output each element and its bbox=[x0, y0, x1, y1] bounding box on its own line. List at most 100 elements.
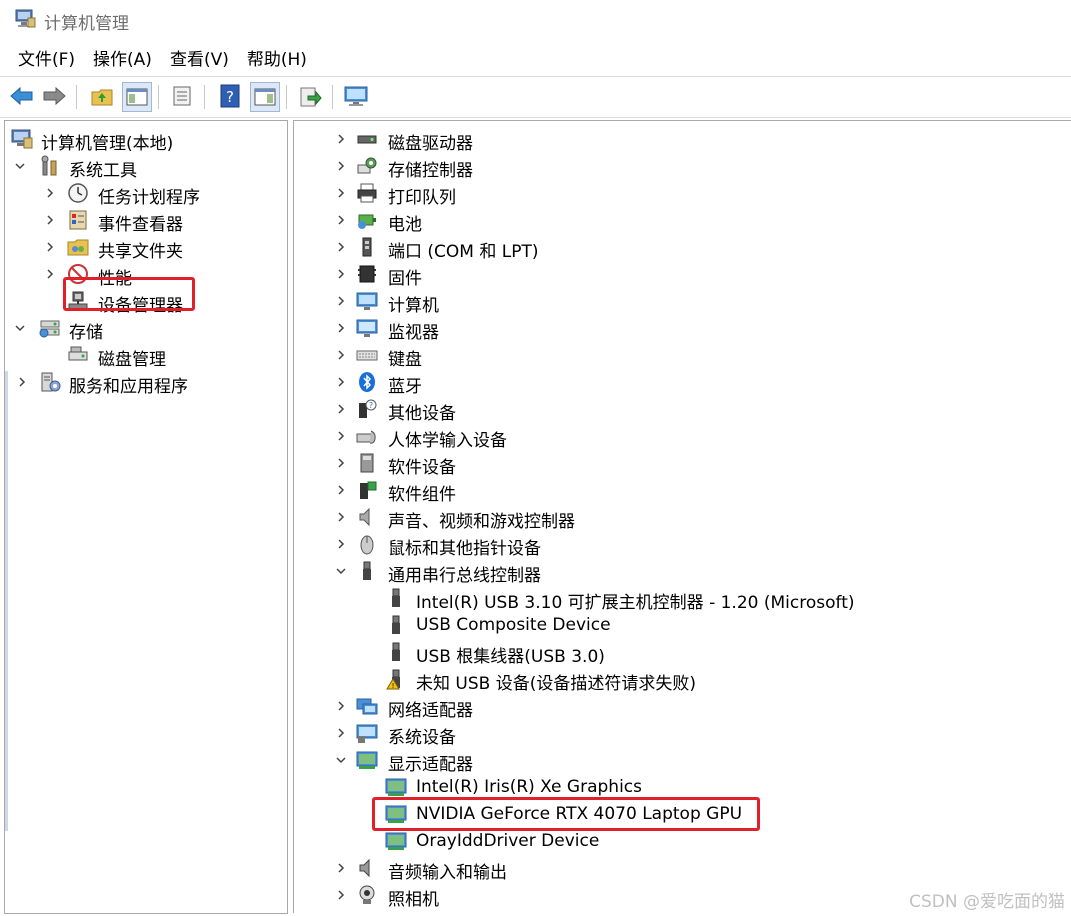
device-category[interactable]: 固件 bbox=[294, 261, 1064, 289]
chevron-right-icon[interactable] bbox=[334, 267, 348, 281]
device-category[interactable]: 声音、视频和游戏控制器 bbox=[294, 504, 1064, 532]
action-pane-button[interactable] bbox=[250, 82, 280, 112]
chevron-right-icon[interactable] bbox=[43, 267, 57, 281]
tree-shared-folders[interactable]: 共享文件夹 bbox=[5, 234, 285, 262]
device-label: 系统设备 bbox=[388, 728, 456, 748]
tree-label: 共享文件夹 bbox=[98, 242, 183, 262]
chevron-right-icon[interactable] bbox=[43, 240, 57, 254]
device-item[interactable]: USB 根集线器(USB 3.0) bbox=[294, 639, 1064, 667]
chevron-down-icon[interactable] bbox=[13, 159, 27, 173]
printer-icon bbox=[357, 183, 377, 203]
chevron-right-icon[interactable] bbox=[334, 429, 348, 443]
tree-task-scheduler[interactable]: 任务计划程序 bbox=[5, 180, 285, 208]
computer-management-icon bbox=[15, 9, 36, 28]
chevron-right-icon[interactable] bbox=[334, 159, 348, 173]
chevron-right-icon[interactable] bbox=[334, 321, 348, 335]
device-label: 通用串行总线控制器 bbox=[388, 566, 541, 586]
chevron-right-icon[interactable] bbox=[334, 726, 348, 740]
chevron-right-icon[interactable] bbox=[334, 699, 348, 713]
device-category[interactable]: 存储控制器 bbox=[294, 153, 1064, 181]
device-category[interactable]: 磁盘驱动器 bbox=[294, 126, 1064, 154]
device-category[interactable]: 监视器 bbox=[294, 315, 1064, 343]
tree-label: 系统工具 bbox=[69, 161, 137, 181]
device-category[interactable]: 人体学输入设备 bbox=[294, 423, 1064, 451]
device-category[interactable]: 电池 bbox=[294, 207, 1064, 235]
chevron-down-icon[interactable] bbox=[13, 321, 27, 335]
up-level-button[interactable] bbox=[88, 82, 116, 110]
chevron-right-icon[interactable] bbox=[334, 537, 348, 551]
export-button[interactable] bbox=[296, 82, 324, 110]
device-category[interactable]: 通用串行总线控制器 bbox=[294, 558, 1064, 586]
help-button[interactable]: ? bbox=[216, 82, 244, 110]
tree-storage[interactable]: 存储 bbox=[5, 315, 285, 343]
chevron-right-icon[interactable] bbox=[43, 186, 57, 200]
tree-root[interactable]: 计算机管理(本地) bbox=[5, 126, 285, 154]
menu-view[interactable]: 查看(V) bbox=[161, 46, 238, 74]
tree-services-apps[interactable]: 服务和应用程序 bbox=[5, 369, 285, 397]
chevron-right-icon[interactable] bbox=[334, 861, 348, 875]
device-category[interactable]: 软件组件 bbox=[294, 477, 1064, 505]
show-hide-tree-button[interactable] bbox=[122, 82, 152, 112]
device-item[interactable]: OrayIddDriver Device bbox=[294, 828, 1064, 855]
chevron-right-icon[interactable] bbox=[334, 132, 348, 146]
chevron-down-icon[interactable] bbox=[334, 753, 348, 767]
tree-system-tools[interactable]: 系统工具 bbox=[5, 153, 285, 181]
properties-button[interactable] bbox=[168, 82, 196, 110]
chevron-down-icon[interactable] bbox=[334, 564, 348, 578]
tree-disk-management[interactable]: 磁盘管理 bbox=[5, 342, 285, 370]
display-adapter-icon bbox=[385, 832, 407, 850]
device-label: 软件设备 bbox=[388, 458, 456, 478]
device-label: Intel(R) Iris(R) Xe Graphics bbox=[416, 777, 642, 797]
tree-label: 磁盘管理 bbox=[98, 350, 166, 370]
menu-action[interactable]: 操作(A) bbox=[84, 46, 161, 74]
chevron-right-icon[interactable] bbox=[43, 213, 57, 227]
chevron-right-icon[interactable] bbox=[334, 888, 348, 902]
device-category[interactable]: 音频输入和输出 bbox=[294, 855, 1064, 883]
chevron-right-icon[interactable] bbox=[334, 186, 348, 200]
tree-event-viewer[interactable]: 事件查看器 bbox=[5, 207, 285, 235]
device-category[interactable]: ? 其他设备 bbox=[294, 396, 1064, 424]
device-category[interactable]: 系统设备 bbox=[294, 720, 1064, 748]
device-label: 键盘 bbox=[388, 350, 422, 370]
device-category[interactable]: 计算机 bbox=[294, 288, 1064, 316]
chevron-right-icon[interactable] bbox=[334, 456, 348, 470]
menu-file[interactable]: 文件(F) bbox=[9, 46, 84, 74]
usb-icon bbox=[392, 642, 400, 661]
device-category[interactable]: 键盘 bbox=[294, 342, 1064, 370]
device-category[interactable]: 打印队列 bbox=[294, 180, 1064, 208]
highlight-device-manager bbox=[63, 277, 195, 311]
chevron-right-icon[interactable] bbox=[334, 510, 348, 524]
menu-help[interactable]: 帮助(H) bbox=[238, 46, 316, 74]
device-item[interactable]: Intel(R) USB 3.10 可扩展主机控制器 - 1.20 (Micro… bbox=[294, 585, 1064, 613]
device-label: OrayIddDriver Device bbox=[416, 831, 600, 851]
chevron-right-icon[interactable] bbox=[334, 348, 348, 362]
chevron-right-icon[interactable] bbox=[15, 375, 29, 389]
device-category[interactable]: 蓝牙 bbox=[294, 369, 1064, 397]
device-category[interactable]: 鼠标和其他指针设备 bbox=[294, 531, 1064, 559]
device-category[interactable]: 网络适配器 bbox=[294, 693, 1064, 721]
chevron-right-icon[interactable] bbox=[334, 213, 348, 227]
svg-text:?: ? bbox=[226, 88, 234, 106]
forward-button[interactable] bbox=[40, 82, 68, 110]
chevron-right-icon[interactable] bbox=[334, 483, 348, 497]
device-item[interactable]: USB Composite Device bbox=[294, 612, 1064, 639]
device-label: 端口 (COM 和 LPT) bbox=[388, 242, 539, 262]
device-label: 监视器 bbox=[388, 323, 439, 343]
device-category[interactable]: 端口 (COM 和 LPT) bbox=[294, 234, 1064, 262]
display-adapter-icon bbox=[385, 778, 407, 796]
chevron-right-icon[interactable] bbox=[334, 375, 348, 389]
show-hide-tree-icon bbox=[126, 88, 148, 106]
back-button[interactable] bbox=[8, 82, 36, 110]
connect-computer-button[interactable] bbox=[342, 82, 370, 110]
device-item[interactable]: ! 未知 USB 设备(设备描述符请求失败) bbox=[294, 666, 1064, 694]
camera-icon bbox=[359, 885, 375, 904]
chevron-right-icon[interactable] bbox=[334, 402, 348, 416]
svg-text:!: ! bbox=[392, 682, 395, 690]
chevron-right-icon[interactable] bbox=[334, 240, 348, 254]
device-category[interactable]: 软件设备 bbox=[294, 450, 1064, 478]
device-label: 人体学输入设备 bbox=[388, 431, 507, 451]
device-label: 音频输入和输出 bbox=[388, 863, 507, 883]
device-category[interactable]: 显示适配器 bbox=[294, 747, 1064, 775]
chevron-right-icon[interactable] bbox=[334, 294, 348, 308]
usb-icon bbox=[392, 615, 400, 634]
